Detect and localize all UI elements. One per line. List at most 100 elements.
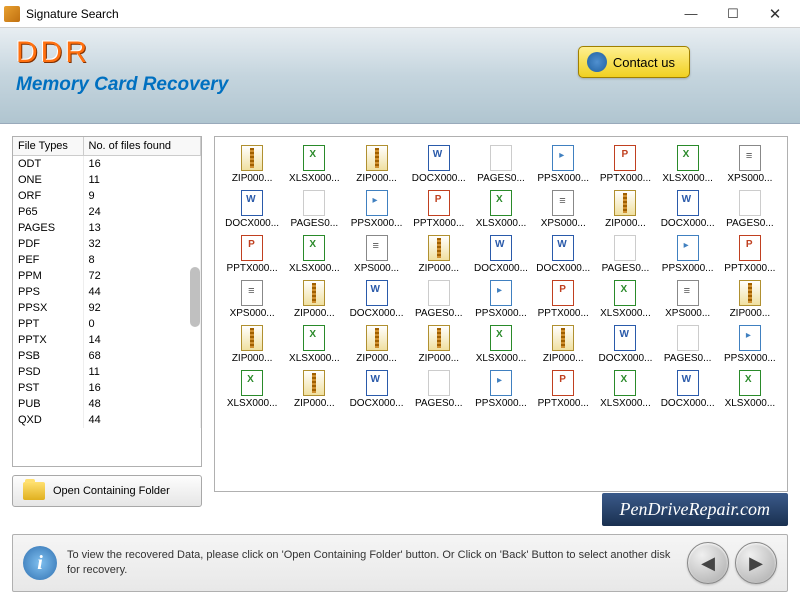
file-item[interactable]: PPSX000... [721,325,779,364]
header: DDR Memory Card Recovery Contact us [0,28,800,124]
maximize-button[interactable]: ☐ [712,2,754,26]
file-label: PAGES0... [477,173,525,184]
file-item[interactable]: ZIP000... [534,325,592,364]
file-item[interactable]: DOCX000... [659,190,717,229]
file-item[interactable]: ZIP000... [347,145,405,184]
file-item[interactable]: DOCX000... [410,145,468,184]
file-item[interactable]: PAGES0... [472,145,530,184]
file-item[interactable]: XPS000... [534,190,592,229]
table-row[interactable]: ODT16 [13,156,201,172]
close-button[interactable]: ✕ [754,2,796,26]
file-item[interactable]: PAGES0... [410,280,468,319]
file-label: ZIP000... [605,218,646,229]
file-item[interactable]: PAGES0... [721,190,779,229]
file-item[interactable]: ZIP000... [721,280,779,319]
minimize-button[interactable]: — [670,2,712,26]
file-item[interactable]: XLSX000... [472,325,530,364]
file-item[interactable]: PPTX000... [721,235,779,274]
file-item[interactable]: PPTX000... [534,370,592,409]
file-label: XLSX000... [289,353,340,364]
table-row[interactable]: QXD44 [13,412,201,428]
file-item[interactable]: PPTX000... [596,145,654,184]
file-item[interactable]: ZIP000... [285,280,343,319]
docx-file-icon [677,190,699,216]
file-item[interactable]: ZIP000... [410,325,468,364]
file-label: PPTX000... [724,263,775,274]
file-item[interactable]: PAGES0... [659,325,717,364]
file-item[interactable]: XPS000... [347,235,405,274]
pages-file-icon [490,145,512,171]
col-files-found[interactable]: No. of files found [83,137,201,156]
file-item[interactable]: PPTX000... [410,190,468,229]
file-item[interactable]: XLSX000... [596,370,654,409]
file-item[interactable]: PPSX000... [347,190,405,229]
table-row[interactable]: ORF9 [13,188,201,204]
file-item[interactable]: DOCX000... [223,190,281,229]
table-row[interactable]: ONE11 [13,172,201,188]
file-item[interactable]: PPSX000... [472,370,530,409]
file-item[interactable]: PPTX000... [223,235,281,274]
file-label: DOCX000... [412,173,466,184]
file-item[interactable]: XPS000... [223,280,281,319]
file-item[interactable]: XLSX000... [596,280,654,319]
file-item[interactable]: DOCX000... [659,370,717,409]
file-item[interactable]: XLSX000... [659,145,717,184]
file-label: PPTX000... [600,173,651,184]
file-item[interactable]: XPS000... [721,145,779,184]
file-label: PPTX000... [413,218,464,229]
file-item[interactable]: XLSX000... [223,370,281,409]
file-item[interactable]: PAGES0... [596,235,654,274]
table-row[interactable]: PEF8 [13,252,201,268]
file-item[interactable]: PAGES0... [285,190,343,229]
table-row[interactable]: PSD11 [13,364,201,380]
file-item[interactable]: ZIP000... [596,190,654,229]
table-row[interactable]: PUB48 [13,396,201,412]
file-label: PPSX000... [351,218,403,229]
table-row[interactable]: PPS44 [13,284,201,300]
file-item[interactable]: ZIP000... [347,325,405,364]
scrollbar-thumb[interactable] [190,267,200,327]
table-row[interactable]: PDF32 [13,236,201,252]
file-types-panel: File Types No. of files found ODT16ONE11… [12,136,202,467]
file-grid: ZIP000...XLSX000...ZIP000...DOCX000...PA… [223,145,779,409]
file-item[interactable]: PAGES0... [410,370,468,409]
table-row[interactable]: P6524 [13,204,201,220]
zip-file-icon [241,325,263,351]
table-row[interactable]: PST16 [13,380,201,396]
file-item[interactable]: ZIP000... [285,370,343,409]
xps-file-icon [677,280,699,306]
table-row[interactable]: PPM72 [13,268,201,284]
file-item[interactable]: DOCX000... [347,370,405,409]
file-label: DOCX000... [225,218,279,229]
xlsx-file-icon [490,190,512,216]
file-item[interactable]: XLSX000... [285,325,343,364]
file-item[interactable]: XPS000... [659,280,717,319]
file-item[interactable]: XLSX000... [721,370,779,409]
file-item[interactable]: PPSX000... [659,235,717,274]
table-row[interactable]: PPT0 [13,316,201,332]
file-item[interactable]: DOCX000... [534,235,592,274]
file-item[interactable]: XLSX000... [285,235,343,274]
file-item[interactable]: DOCX000... [347,280,405,319]
file-item[interactable]: ZIP000... [410,235,468,274]
file-item[interactable]: XLSX000... [285,145,343,184]
contact-us-button[interactable]: Contact us [578,46,690,78]
pptx-file-icon [552,370,574,396]
file-item[interactable]: PPSX000... [472,280,530,319]
file-item[interactable]: DOCX000... [472,235,530,274]
next-button[interactable]: ▶ [735,542,777,584]
file-item[interactable]: DOCX000... [596,325,654,364]
file-item[interactable]: ZIP000... [223,325,281,364]
table-row[interactable]: PAGES13 [13,220,201,236]
col-file-types[interactable]: File Types [13,137,83,156]
table-row[interactable]: PPTX14 [13,332,201,348]
table-row[interactable]: PSB68 [13,348,201,364]
back-button[interactable]: ◀ [687,542,729,584]
file-item[interactable]: XLSX000... [472,190,530,229]
file-item[interactable]: ZIP000... [223,145,281,184]
open-containing-folder-button[interactable]: Open Containing Folder [12,475,202,507]
file-item[interactable]: PPSX000... [534,145,592,184]
file-item[interactable]: PPTX000... [534,280,592,319]
table-row[interactable]: PPSX92 [13,300,201,316]
xlsx-file-icon [614,370,636,396]
